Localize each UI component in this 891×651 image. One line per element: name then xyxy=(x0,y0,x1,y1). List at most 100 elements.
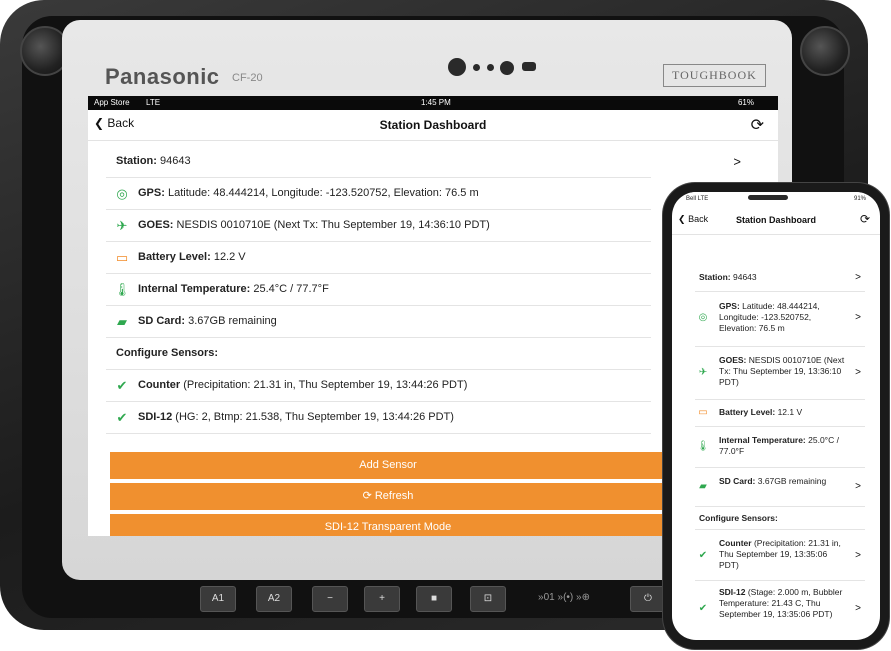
light-sensor xyxy=(522,62,536,71)
phone-gps-row[interactable]: ◎ GPS: Latitude: 48.444214, Longitude: -… xyxy=(695,292,865,347)
phone-sd-card-value: 3.67GB remaining xyxy=(755,476,827,486)
status-signal: LTE xyxy=(146,98,161,107)
check-circle-icon: ✔ xyxy=(116,410,128,425)
sd-card-label: SD Card: xyxy=(138,315,186,327)
chevron-right-icon: > xyxy=(855,603,861,614)
status-bar: App Store LTE 1:45 PM 61% xyxy=(88,96,778,110)
phone-goes-row[interactable]: ✈ GOES: NESDIS 0010710E (Next Tx: Thu Se… xyxy=(695,347,865,400)
phone-sd-card-row[interactable]: ▰ SD Card: 3.67GB remaining > xyxy=(695,468,865,507)
phone-station-label: Station: xyxy=(699,272,731,282)
phone-battery-value: 12.1 V xyxy=(775,407,803,417)
chevron-right-icon: > xyxy=(855,312,861,323)
goes-row[interactable]: ✈ GOES: NESDIS 0010710E (Next Tx: Thu Se… xyxy=(106,210,651,242)
gps-label: GPS: xyxy=(138,187,165,199)
chevron-right-icon: > xyxy=(855,272,861,283)
brand-logo: Panasonic xyxy=(105,64,220,89)
windows-button[interactable]: ■ xyxy=(416,586,452,612)
sd-card-icon: ▰ xyxy=(117,314,127,329)
sd-card-row[interactable]: ▰ SD Card: 3.67GB remaining xyxy=(106,306,651,338)
battery-value: 12.2 V xyxy=(210,251,246,263)
phone-counter-label: Counter xyxy=(719,538,752,548)
refresh-icon[interactable]: ⟳ xyxy=(751,115,764,135)
indicator-lights: »01 »(•) »⊕ xyxy=(538,592,590,603)
gps-value: Latitude: 48.444214, Longitude: -123.520… xyxy=(164,187,479,199)
phone-configure-sensors-label: Configure Sensors: xyxy=(699,513,778,523)
phone-temperature-row[interactable]: 🌡 Internal Temperature: 25.0°C / 77.0°F xyxy=(695,427,865,468)
thermometer-icon: 🌡 xyxy=(696,441,710,452)
check-circle-icon: ✔ xyxy=(698,603,708,614)
refresh-icon[interactable]: ⟳ xyxy=(860,212,870,226)
rotation-lock-button[interactable]: ⊡ xyxy=(470,586,506,612)
phone-carrier: Bell LTE xyxy=(686,196,709,202)
sd-card-icon: ▰ xyxy=(699,481,707,492)
counter-label: Counter xyxy=(138,379,181,391)
temperature-label: Internal Temperature: xyxy=(138,283,251,295)
gps-icon: ◎ xyxy=(116,186,128,201)
temperature-value: 25.4°C / 77.7°F xyxy=(250,283,329,295)
configure-sensors-header: Configure Sensors: xyxy=(106,338,651,370)
chevron-right-icon: > xyxy=(855,550,861,561)
sensor-dot xyxy=(487,64,494,71)
phone-speaker xyxy=(748,195,788,200)
battery-icon: ▭ xyxy=(115,250,129,265)
sensor-sdi12-row[interactable]: ✔ SDI-12 (HG: 2, Btmp: 21.538, Thu Septe… xyxy=(106,402,651,434)
phone-sd-card-label: SD Card: xyxy=(719,476,756,486)
phone-temperature-label: Internal Temperature: xyxy=(719,435,806,445)
thermometer-icon: 🌡 xyxy=(113,282,131,297)
configure-sensors-label: Configure Sensors: xyxy=(116,347,219,359)
battery-row[interactable]: ▭ Battery Level: 12.2 V xyxy=(106,242,651,274)
dashboard-list: Station: 94643 > ◎ GPS: Latitude: 48.444… xyxy=(106,146,741,434)
station-value: 94643 xyxy=(156,155,191,167)
chevron-right-icon: > xyxy=(733,154,741,169)
phone-battery: 91% xyxy=(853,196,866,202)
a2-button[interactable]: A2 xyxy=(256,586,292,612)
battery-icon: ▭ xyxy=(698,407,708,418)
volume-up-button[interactable]: + xyxy=(364,586,400,612)
phone-station-value: 94643 xyxy=(730,272,757,282)
tablet-corner-bumper xyxy=(800,26,850,76)
power-button[interactable]: ⏻ xyxy=(630,586,666,612)
station-label: Station: xyxy=(116,155,157,167)
phone-sensor-counter-row[interactable]: ✔ Counter (Precipitation: 21.31 in, Thu … xyxy=(695,530,865,581)
toughbook-logo: TOUGHBOOK xyxy=(663,64,766,87)
sd-card-value: 3.67GB remaining xyxy=(185,315,277,327)
chevron-right-icon: > xyxy=(855,367,861,378)
a1-button[interactable]: A1 xyxy=(200,586,236,612)
sensor-dot xyxy=(473,64,480,71)
camera-lens xyxy=(448,58,466,76)
phone-gps-label: GPS: xyxy=(719,301,740,311)
phone-sensor-sdi12-row[interactable]: ✔ SDI-12 (Stage: 2.000 m, Bubbler Temper… xyxy=(695,581,865,637)
page-title: Station Dashboard xyxy=(379,118,487,132)
goes-value: NESDIS 0010710E (Next Tx: Thu September … xyxy=(173,219,490,231)
add-sensor-button[interactable]: Add Sensor xyxy=(110,452,666,479)
phone-page-title: Station Dashboard xyxy=(735,215,816,225)
goes-label: GOES: xyxy=(138,219,174,231)
sdi12-label: SDI-12 xyxy=(138,411,173,423)
battery-label: Battery Level: xyxy=(138,251,211,263)
sensor-counter-row[interactable]: ✔ Counter (Precipitation: 21.31 in, Thu … xyxy=(106,370,651,402)
phone-battery-label: Battery Level: xyxy=(719,407,776,417)
phone-nav-bar: ❮ Back Station Dashboard ⟳ xyxy=(672,206,880,235)
refresh-button[interactable]: ⟳ Refresh xyxy=(110,483,666,510)
phone-station-row[interactable]: Station: 94643 > xyxy=(695,265,865,292)
status-battery: 61% xyxy=(737,98,754,107)
model-label: CF-20 xyxy=(232,72,263,84)
gps-icon: ◎ xyxy=(698,312,708,323)
check-circle-icon: ✔ xyxy=(698,550,708,561)
phone-configure-sensors-header: Configure Sensors: xyxy=(695,507,865,530)
check-circle-icon: ✔ xyxy=(116,378,128,393)
gps-row[interactable]: ◎ GPS: Latitude: 48.444214, Longitude: -… xyxy=(106,178,651,210)
status-app: App Store xyxy=(94,98,130,107)
phone-sdi12-label: SDI-12 xyxy=(719,587,746,597)
volume-down-button[interactable]: − xyxy=(312,586,348,612)
transparent-mode-button[interactable]: SDI-12 Transparent Mode xyxy=(110,514,666,536)
station-row[interactable]: Station: 94643 > xyxy=(106,146,741,178)
chevron-right-icon: > xyxy=(855,481,861,492)
phone-battery-row[interactable]: ▭ Battery Level: 12.1 V xyxy=(695,400,865,427)
status-time: 1:45 PM xyxy=(421,98,451,107)
phone-goes-label: GOES: xyxy=(719,355,747,365)
counter-value: (Precipitation: 21.31 in, Thu September … xyxy=(180,379,468,391)
satellite-icon: ✈ xyxy=(116,218,128,233)
satellite-icon: ✈ xyxy=(698,367,708,378)
temperature-row[interactable]: 🌡 Internal Temperature: 25.4°C / 77.7°F xyxy=(106,274,651,306)
